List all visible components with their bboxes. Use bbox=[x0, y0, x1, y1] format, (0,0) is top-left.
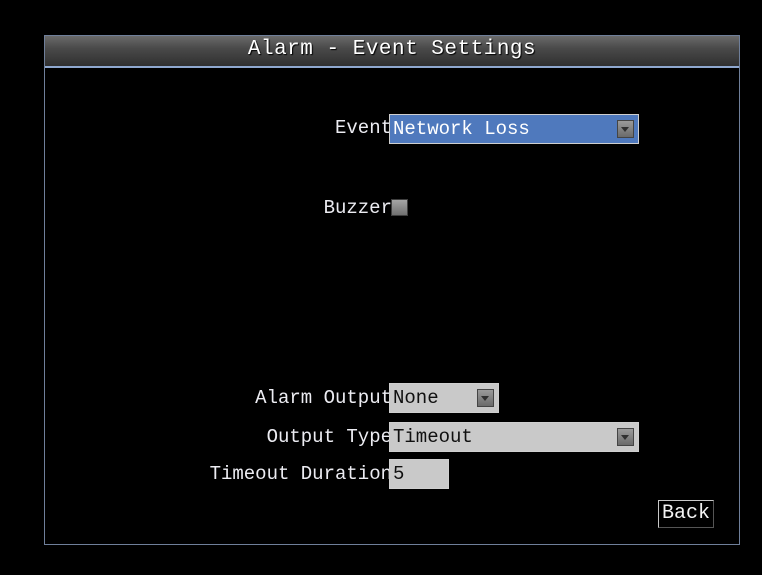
chevron-down-icon[interactable] bbox=[617, 120, 634, 138]
output-type-label: Output Type bbox=[266, 426, 392, 448]
back-button[interactable]: Back bbox=[658, 500, 715, 528]
alarm-output-dropdown[interactable]: None bbox=[389, 383, 499, 413]
chevron-down-icon[interactable] bbox=[477, 389, 494, 407]
buzzer-checkbox[interactable] bbox=[391, 199, 408, 216]
chevron-down-icon[interactable] bbox=[617, 428, 634, 446]
event-label: Event bbox=[334, 117, 392, 139]
dialog-title-bar: Alarm - Event Settings bbox=[45, 36, 739, 68]
event-dropdown[interactable]: Network Loss bbox=[389, 114, 639, 144]
output-type-dropdown[interactable]: Timeout bbox=[389, 422, 639, 452]
alarm-output-label: Alarm Output bbox=[255, 387, 392, 409]
alarm-output-dropdown-value: None bbox=[393, 387, 439, 409]
output-type-dropdown-value: Timeout bbox=[393, 426, 473, 448]
timeout-duration-input[interactable]: 5 bbox=[389, 459, 449, 489]
dialog-title: Alarm - Event Settings bbox=[247, 38, 537, 61]
event-dropdown-value: Network Loss bbox=[393, 118, 530, 140]
timeout-duration-label: Timeout Duration bbox=[209, 463, 392, 485]
buzzer-label: Buzzer bbox=[323, 197, 392, 219]
